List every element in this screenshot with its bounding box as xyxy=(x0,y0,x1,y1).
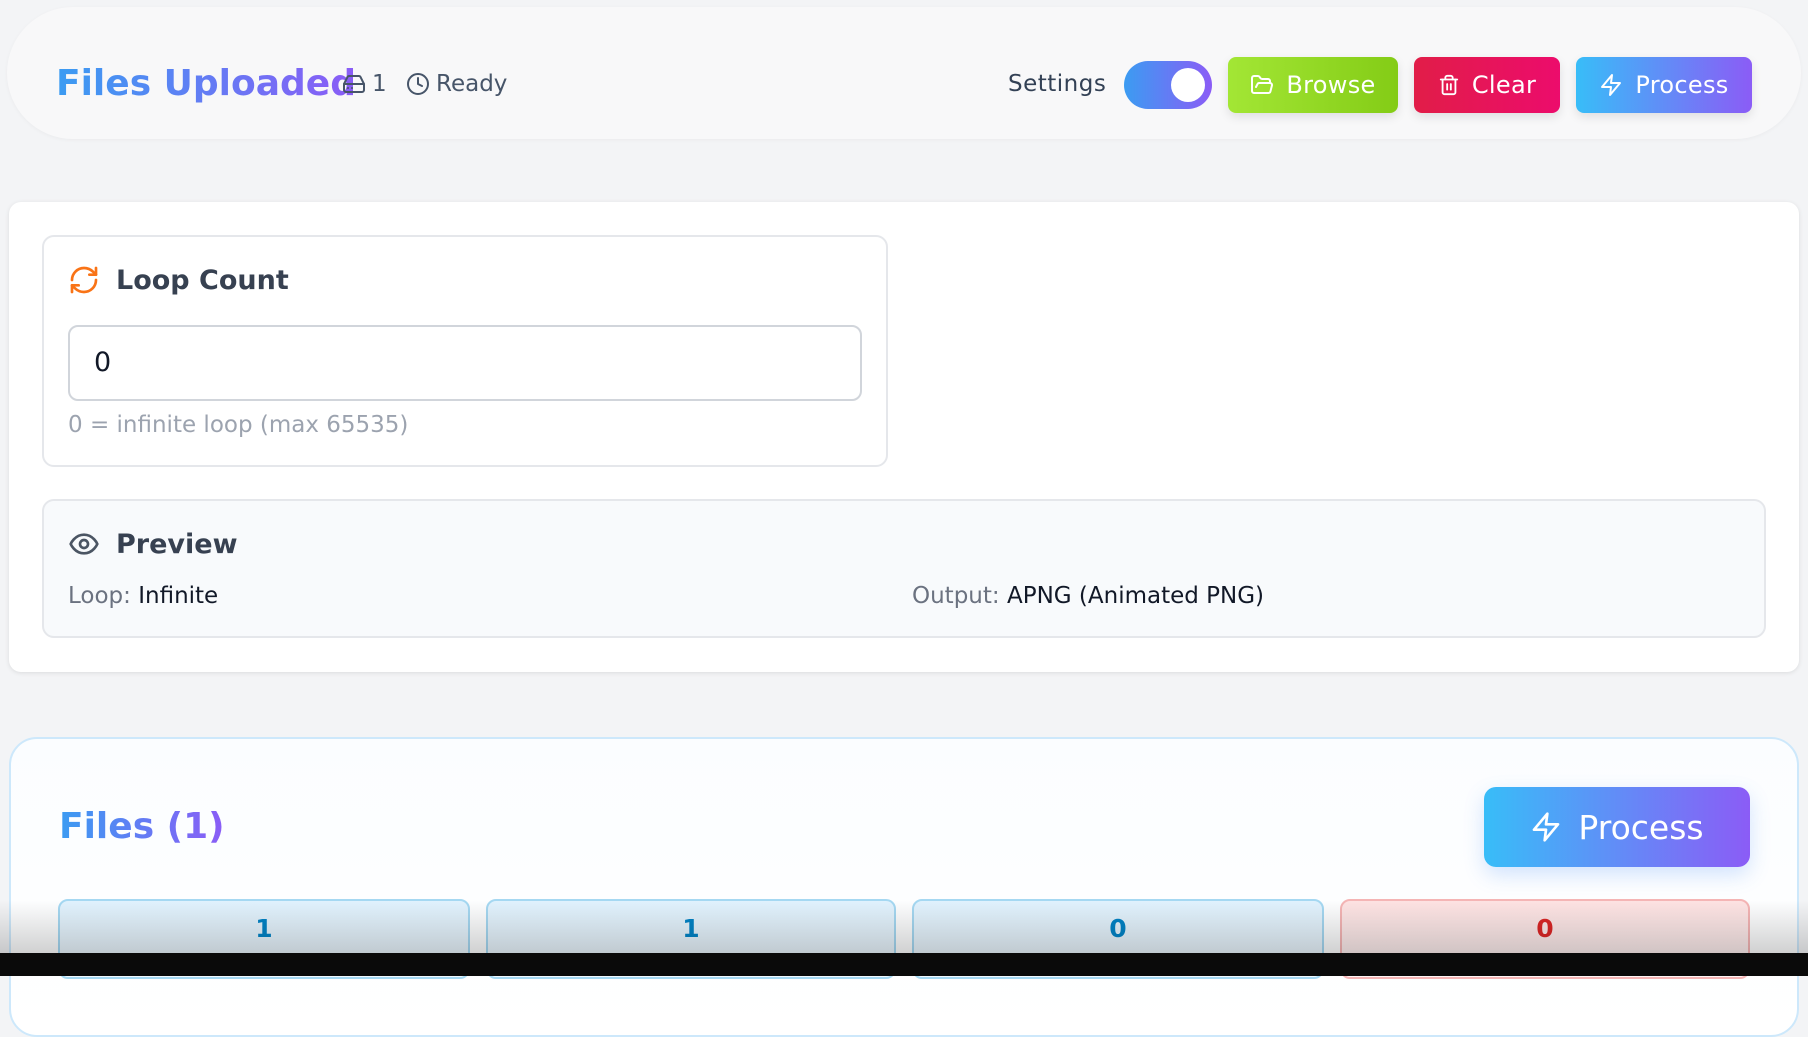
process-button-label: Process xyxy=(1635,71,1729,99)
preview-loop-label: Loop: xyxy=(68,583,131,609)
clear-button[interactable]: Clear xyxy=(1414,57,1560,113)
status-indicator: Ready xyxy=(406,70,507,98)
browse-button[interactable]: Browse xyxy=(1228,57,1398,113)
preview-title: Preview xyxy=(116,528,238,560)
toggle-knob xyxy=(1171,68,1205,102)
clear-button-label: Clear xyxy=(1471,71,1537,99)
preview-heading: Preview xyxy=(68,528,238,560)
loop-count-heading: Loop Count xyxy=(68,264,289,296)
trash-icon xyxy=(1438,74,1460,96)
process-main-label: Process xyxy=(1578,807,1704,847)
preview-loop: Loop: Infinite xyxy=(68,580,218,612)
preview-loop-value: Infinite xyxy=(138,583,219,609)
zap-icon xyxy=(1599,73,1623,97)
refresh-icon xyxy=(68,264,100,296)
loop-count-title: Loop Count xyxy=(116,264,289,296)
loop-count-hint: 0 = infinite loop (max 65535) xyxy=(68,412,409,438)
preview-panel xyxy=(42,499,1766,638)
preview-output: Output: APNG (Animated PNG) xyxy=(912,580,1264,612)
file-count-indicator: 1 xyxy=(342,70,387,98)
preview-output-label: Output: xyxy=(912,583,1000,609)
page-title: Files Uploaded xyxy=(56,60,356,108)
status-text: Ready xyxy=(436,71,508,97)
preview-output-value: APNG (Animated PNG) xyxy=(1006,583,1265,609)
file-count-value: 1 xyxy=(372,71,387,97)
folder-open-icon xyxy=(1250,73,1274,97)
settings-toggle[interactable] xyxy=(1124,61,1212,109)
clock-icon xyxy=(406,72,430,96)
process-button-header[interactable]: Process xyxy=(1576,57,1752,113)
process-button-main[interactable]: Process xyxy=(1484,787,1750,867)
files-title: Files (1) xyxy=(59,803,225,851)
bottom-black-bar xyxy=(0,953,1808,976)
hard-drive-icon xyxy=(342,72,366,96)
settings-label: Settings xyxy=(1008,71,1107,97)
loop-count-input[interactable]: 0 xyxy=(68,325,862,401)
files-section xyxy=(9,737,1799,1037)
zap-icon xyxy=(1530,811,1562,843)
eye-icon xyxy=(68,528,100,560)
browse-button-label: Browse xyxy=(1286,71,1376,99)
